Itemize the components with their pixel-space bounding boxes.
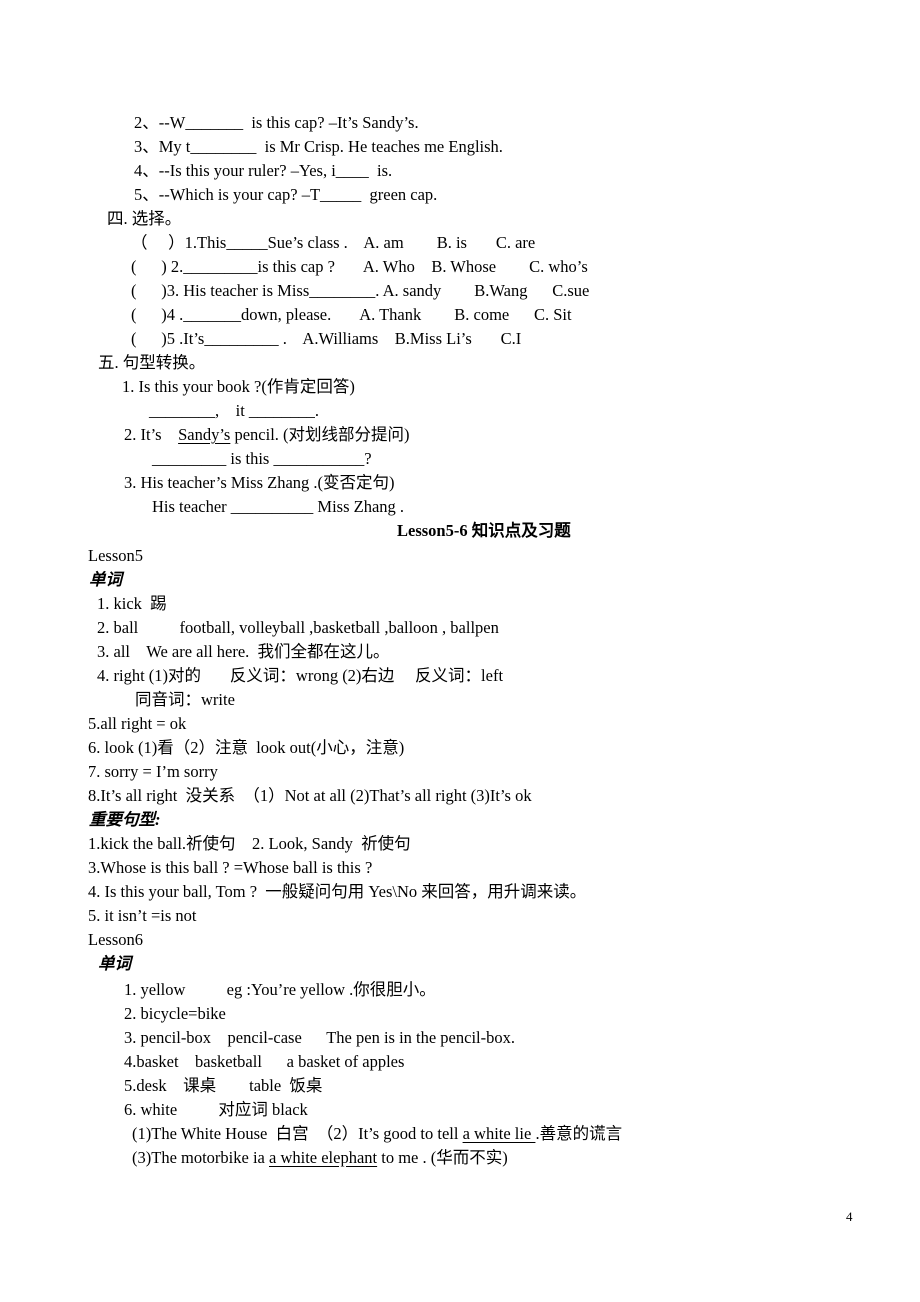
lesson5-pattern-5: 5. it isn’t =is not: [88, 906, 197, 925]
fill-blank-2: 2、--W_______ is this cap? –It’s Sandy’s.: [134, 113, 419, 132]
ex2-suffix: to me . (华而不实): [377, 1148, 508, 1167]
lesson5-vocab-3: 3. all We are all here. 我们全都在这儿。: [97, 642, 390, 661]
lesson5-patterns-heading: 重要句型:: [89, 810, 161, 829]
fill-blank-4: 4、--Is this your ruler? –Yes, i____ is.: [134, 161, 393, 180]
lesson5-vocab-heading: 单词: [89, 570, 122, 589]
transform-question-3: 3. His teacher’s Miss Zhang .(变否定句): [124, 473, 395, 492]
lesson5-pattern-1: 1.kick the ball.祈使句 2. Look, Sandy 祈使句: [88, 834, 411, 853]
choice-item-4: ( )4 ._______down, please. A. Thank B. c…: [131, 305, 572, 324]
lesson5-title: Lesson5: [88, 546, 143, 565]
ex1-suffix: .善意的谎言: [535, 1124, 623, 1143]
lesson6-vocab-5: 5.desk 课桌 table 饭桌: [124, 1076, 323, 1095]
lesson5-vocab-5: 5.all right = ok: [88, 714, 187, 733]
lesson5-vocab-1: 1. kick 踢: [97, 594, 167, 613]
lesson5-vocab-4: 4. right (1)对的 反义词：wrong (2)右边 反义词：left: [97, 666, 504, 685]
choice-item-2: ( ) 2._________is this cap ? A. Who B. W…: [131, 257, 588, 276]
lesson5-vocab-8: 8.It’s all right 没关系 （1）Not at all (2)Th…: [88, 786, 532, 805]
section5-title: 五. 句型转换。: [98, 353, 206, 372]
lesson6-vocab-1: 1. yellow eg :You’re yellow .你很胆小。: [124, 980, 436, 999]
transform-answer-1: ________, it ________.: [149, 401, 320, 420]
transform-answer-2: _________ is this ___________?: [152, 449, 372, 468]
q2-underlined: Sandy’s: [178, 425, 231, 444]
lesson6-vocab-2: 2. bicycle=bike: [124, 1004, 226, 1023]
lesson6-example-2: (3)The motorbike ia a white elephant to …: [132, 1148, 508, 1168]
choice-item-1: （ ）1.This_____Sue’s class . A. am B. is …: [131, 233, 536, 252]
page-number: 4: [846, 1209, 853, 1224]
lesson5-vocab-4-homophone: 同音词：write: [135, 690, 235, 709]
fill-blank-3: 3、My t________ is Mr Crisp. He teaches m…: [134, 137, 503, 156]
ex1-prefix: (1)The White House 白宫 （2）It’s good to te…: [132, 1124, 463, 1143]
ex1-underlined: a white lie: [462, 1124, 536, 1143]
lesson5-vocab-2: 2. ball football, volleyball ,basketball…: [97, 618, 499, 637]
transform-question-2: 2. It’s Sandy’s pencil. (对划线部分提问): [124, 425, 410, 445]
lesson6-vocab-6: 6. white 对应词 black: [124, 1100, 308, 1119]
q2-suffix: pencil. (对划线部分提问): [230, 425, 410, 444]
lesson5-vocab-7: 7. sorry = I’m sorry: [88, 762, 218, 781]
lesson6-vocab-4: 4.basket basketball a basket of apples: [124, 1052, 405, 1071]
lesson5-vocab-6: 6. look (1)看（2）注意 look out(小心，注意): [88, 738, 405, 757]
lesson5-pattern-3: 3.Whose is this ball ? =Whose ball is th…: [88, 858, 373, 877]
lesson6-vocab-3: 3. pencil-box pencil-case The pen is in …: [124, 1028, 515, 1047]
lesson-heading: Lesson5-6 知识点及习题: [397, 521, 571, 540]
choice-item-5: ( )5 .It’s_________ . A.Williams B.Miss …: [131, 329, 522, 348]
ex2-underlined: a white elephant: [269, 1148, 378, 1167]
lesson6-vocab-heading: 单词: [98, 954, 131, 973]
lesson5-pattern-4: 4. Is this your ball, Tom ? 一般疑问句用 Yes\N…: [88, 882, 587, 901]
transform-question-1: 1. Is this your book ?(作肯定回答): [122, 377, 355, 396]
choice-item-3: ( )3. His teacher is Miss________. A. sa…: [131, 281, 590, 300]
fill-blank-5: 5、--Which is your cap? –T_____ green cap…: [134, 185, 438, 204]
lesson6-example-1: (1)The White House 白宫 （2）It’s good to te…: [132, 1124, 622, 1144]
section4-title: 四. 选择。: [107, 209, 182, 228]
lesson6-title: Lesson6: [88, 930, 143, 949]
transform-answer-3: His teacher __________ Miss Zhang .: [152, 497, 405, 516]
ex2-prefix: (3)The motorbike ia: [132, 1148, 269, 1167]
q2-prefix: 2. It’s: [124, 425, 179, 444]
